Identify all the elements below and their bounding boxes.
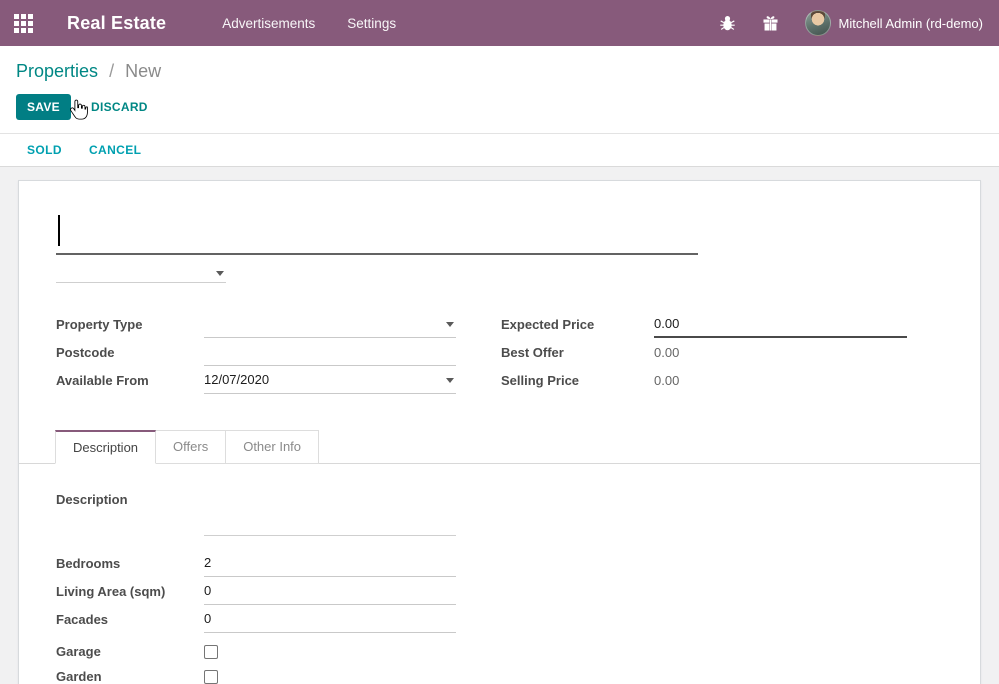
property-name-input[interactable] — [56, 210, 698, 255]
description-textarea[interactable] — [204, 492, 456, 536]
left-column: Property Type Postcode Available From 12… — [56, 310, 501, 394]
field-label: Available From — [56, 373, 204, 388]
menu-settings[interactable]: Settings — [347, 16, 396, 31]
sold-button[interactable]: SOLD — [27, 143, 62, 157]
cancel-button[interactable]: CANCEL — [89, 143, 141, 157]
bug-icon[interactable] — [719, 15, 736, 32]
expected-price-input[interactable]: 0.00 — [654, 310, 907, 338]
field-label: Postcode — [56, 345, 204, 360]
breadcrumb-separator: / — [109, 61, 114, 81]
field-row-garage: Garage — [56, 639, 980, 664]
best-offer-value: 0.00 — [654, 345, 679, 360]
menu-advertisements[interactable]: Advertisements — [222, 16, 315, 31]
right-column: Expected Price 0.00 Best Offer 0.00 Sell… — [501, 310, 961, 394]
field-row-facades: Facades 0 — [56, 605, 980, 633]
tab-offers[interactable]: Offers — [156, 430, 226, 464]
user-name: Mitchell Admin (rd-demo) — [839, 16, 984, 31]
field-row-property-type: Property Type — [56, 310, 501, 338]
field-row-available-from: Available From 12/07/2020 — [56, 366, 501, 394]
field-label: Living Area (sqm) — [56, 584, 204, 599]
garage-checkbox[interactable] — [204, 645, 218, 659]
field-row-best-offer: Best Offer 0.00 — [501, 338, 961, 366]
avatar — [805, 10, 831, 36]
field-label: Expected Price — [501, 317, 654, 332]
postcode-input[interactable] — [204, 338, 456, 366]
field-row-postcode: Postcode — [56, 338, 501, 366]
form-sheet: Property Type Postcode Available From 12… — [18, 180, 981, 684]
field-label: Garage — [56, 644, 204, 659]
notebook-tabs: Description Offers Other Info — [19, 430, 980, 464]
field-label: Best Offer — [501, 345, 654, 360]
control-panel-buttons: SAVE DISCARD — [0, 82, 999, 133]
property-tags-input[interactable] — [56, 264, 226, 283]
apps-grid-icon[interactable] — [0, 0, 46, 46]
field-row-living-area: Living Area (sqm) 0 — [56, 577, 980, 605]
field-columns: Property Type Postcode Available From 12… — [56, 310, 980, 394]
breadcrumb: Properties / New — [0, 46, 999, 82]
app-menus: Advertisements Settings — [222, 16, 396, 31]
field-label: Property Type — [56, 317, 204, 332]
app-title: Real Estate — [67, 13, 166, 34]
field-row-description: Description — [56, 492, 980, 536]
breadcrumb-current: New — [125, 61, 161, 81]
discard-button[interactable]: DISCARD — [91, 100, 148, 114]
user-menu[interactable]: Mitchell Admin (rd-demo) — [805, 10, 984, 36]
available-from-input[interactable]: 12/07/2020 — [204, 366, 456, 394]
tab-description[interactable]: Description — [55, 430, 156, 464]
apps-grid-icon-svg — [14, 14, 33, 33]
breadcrumb-properties[interactable]: Properties — [16, 61, 98, 81]
field-row-bedrooms: Bedrooms 2 — [56, 549, 980, 577]
selling-price-value: 0.00 — [654, 373, 679, 388]
field-label: Bedrooms — [56, 556, 204, 571]
field-row-garden: Garden — [56, 664, 980, 684]
bedrooms-input[interactable]: 2 — [204, 549, 456, 577]
description-tab-content: Description Bedrooms 2 Living Area (sqm)… — [56, 492, 980, 684]
field-label: Description — [56, 492, 204, 507]
mouse-cursor-icon — [69, 99, 88, 121]
top-navbar: Real Estate Advertisements Settings — [0, 0, 999, 46]
title-block — [56, 210, 980, 283]
facades-input[interactable]: 0 — [204, 605, 456, 633]
text-caret — [58, 215, 60, 246]
chevron-down-icon — [446, 322, 454, 327]
field-row-selling-price: Selling Price 0.00 — [501, 366, 961, 394]
navbar-right: Mitchell Admin (rd-demo) — [719, 10, 999, 36]
gift-icon[interactable] — [762, 15, 779, 32]
field-label: Facades — [56, 612, 204, 627]
tab-other-info[interactable]: Other Info — [226, 430, 319, 464]
field-label: Selling Price — [501, 373, 654, 388]
garden-checkbox[interactable] — [204, 670, 218, 684]
chevron-down-icon — [446, 378, 454, 383]
chevron-down-icon — [216, 271, 224, 276]
save-button-label: SAVE — [27, 100, 60, 114]
statusbar: SOLD CANCEL — [0, 133, 999, 167]
field-label: Garden — [56, 669, 204, 684]
living-area-input[interactable]: 0 — [204, 577, 456, 605]
field-row-expected-price: Expected Price 0.00 — [501, 310, 961, 338]
property-type-input[interactable] — [204, 310, 456, 338]
save-button[interactable]: SAVE — [16, 94, 71, 120]
form-view-background: Property Type Postcode Available From 12… — [0, 167, 999, 684]
